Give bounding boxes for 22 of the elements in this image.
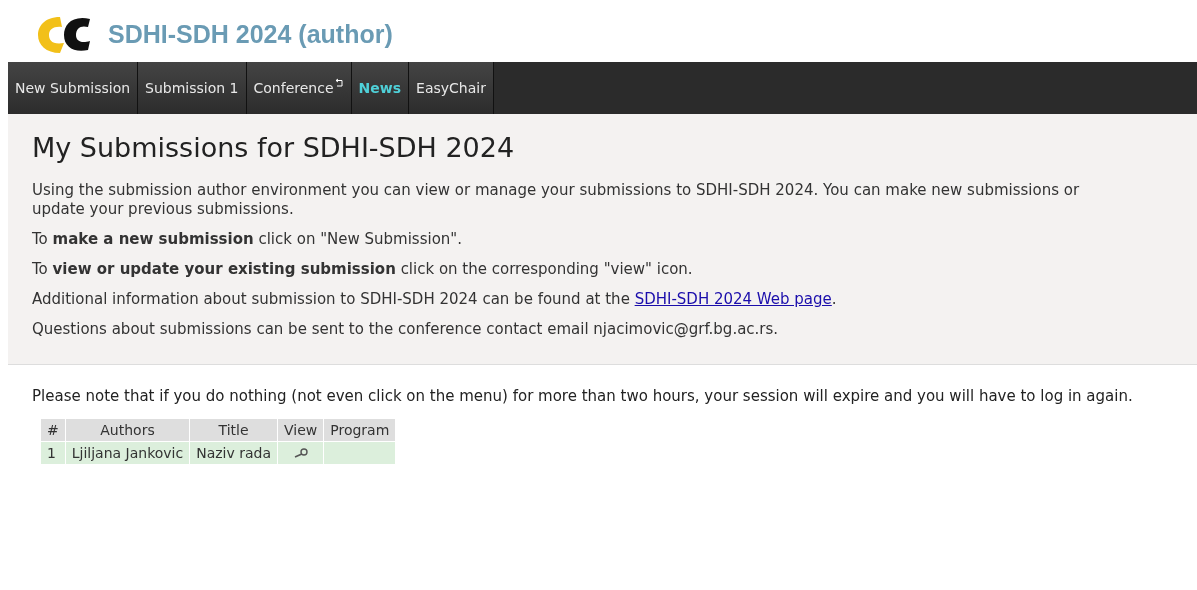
paragraph: Questions about submissions can be sent to the conference contact email njacimovic@grf.bg.ac.rs. bbox=[32, 320, 780, 339]
menu-item[interactable]: New Submission bbox=[8, 62, 139, 114]
paragraph: To view or update your existing submission click on the corresponding "view" icon. bbox=[32, 260, 694, 279]
menu-item[interactable]: News bbox=[351, 62, 410, 114]
table-cell: Ljiljana Jankovic bbox=[65, 441, 190, 465]
page-heading: My Submissions for SDHI-SDH 2024 bbox=[32, 132, 516, 163]
site-title: SDHI-SDH 2024 (author) bbox=[108, 19, 393, 49]
menu-item[interactable]: Submission 1 bbox=[138, 62, 247, 114]
web-page-link[interactable]: SDHI-SDH 2024 Web page bbox=[634, 290, 832, 308]
column-header: Program bbox=[323, 418, 396, 442]
menu-item[interactable]: Conference bbox=[246, 62, 352, 114]
column-header: View bbox=[277, 418, 324, 442]
paragraph: Using the submission author environment you can view or manage your submissions to SDHI-SDH 2024. You can make new submissions or update your previous submissions. bbox=[32, 181, 1081, 219]
session-notice: Please note that if you do nothing (not even click on the menu) for more than two hours, your session will expire and you will have to log in again. bbox=[32, 387, 1134, 406]
table-cell: 1 bbox=[40, 441, 66, 465]
menu-item[interactable]: EasyChair bbox=[409, 62, 494, 114]
column-header: Title bbox=[189, 418, 278, 442]
paragraph: Additional information about submission to SDHI-SDH 2024 can be found at the SDHI-SDH 2024 Web page. bbox=[32, 290, 838, 309]
magnifier-icon[interactable] bbox=[292, 448, 309, 458]
paragraph: To make a new submission click on "New Submission". bbox=[32, 230, 464, 249]
column-header: # bbox=[40, 418, 66, 442]
column-header: Authors bbox=[65, 418, 190, 442]
